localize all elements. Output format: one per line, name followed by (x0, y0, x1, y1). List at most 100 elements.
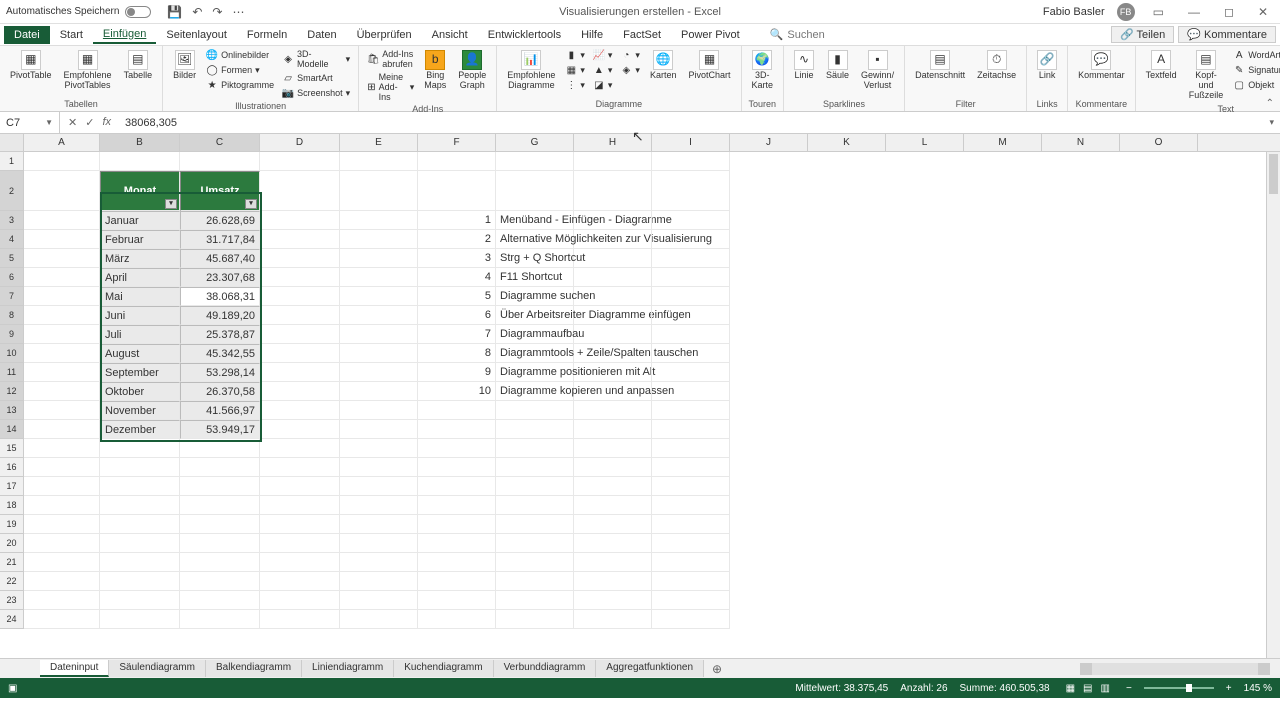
bing-maps-button[interactable]: bBing Maps (420, 48, 450, 93)
cell[interactable] (652, 439, 730, 458)
cell[interactable] (24, 553, 100, 572)
cell[interactable] (574, 363, 652, 382)
cell[interactable]: 31.717,84 (180, 230, 260, 249)
cell[interactable] (180, 515, 260, 534)
row-header[interactable]: 11 (0, 363, 24, 382)
sheet-tab[interactable]: Liniendiagramm (302, 660, 394, 677)
cell[interactable] (260, 230, 340, 249)
cancel-icon[interactable]: ✕ (68, 116, 77, 129)
horizontal-scrollbar[interactable] (1080, 663, 1270, 675)
cell[interactable] (180, 458, 260, 477)
row-header[interactable]: 17 (0, 477, 24, 496)
bilder-button[interactable]: 🖼Bilder (169, 48, 200, 83)
meine-addins-button[interactable]: ⊞Meine Add-Ins ▾ (365, 71, 416, 103)
cell[interactable] (496, 477, 574, 496)
cell[interactable] (574, 572, 652, 591)
cell[interactable] (496, 610, 574, 629)
cell[interactable]: Alternative Möglichkeiten zur Visualisie… (496, 230, 574, 249)
cell[interactable] (340, 230, 418, 249)
cell[interactable] (260, 610, 340, 629)
cell[interactable] (260, 287, 340, 306)
cell[interactable]: 53.949,17 (180, 420, 260, 439)
cell[interactable] (260, 572, 340, 591)
cell[interactable] (260, 439, 340, 458)
row-header[interactable]: 20 (0, 534, 24, 553)
cell[interactable] (418, 496, 496, 515)
cell[interactable]: Diagramme suchen (496, 287, 574, 306)
cell[interactable] (574, 171, 652, 211)
name-box[interactable]: C7▼ (0, 112, 60, 133)
saule-button[interactable]: ▮Säule (822, 48, 853, 83)
sheet-tab[interactable]: Aggregatfunktionen (596, 660, 704, 677)
cell[interactable] (260, 171, 340, 211)
cell[interactable] (496, 401, 574, 420)
cell[interactable] (24, 458, 100, 477)
row-header[interactable]: 18 (0, 496, 24, 515)
objekt-button[interactable]: ▢Objekt (1231, 78, 1280, 92)
filter-dropdown-icon[interactable]: ▾ (165, 199, 177, 209)
cell[interactable] (100, 591, 180, 610)
select-all-corner[interactable] (0, 134, 24, 151)
cell[interactable] (260, 515, 340, 534)
row-header[interactable]: 5 (0, 249, 24, 268)
row-header[interactable]: 22 (0, 572, 24, 591)
cell[interactable] (24, 249, 100, 268)
cell[interactable]: Diagramme positionieren mit Alt (496, 363, 574, 382)
zoom-in-icon[interactable]: + (1226, 683, 1232, 694)
cell[interactable] (24, 171, 100, 211)
col-header[interactable]: N (1042, 134, 1120, 151)
cell[interactable] (24, 439, 100, 458)
treemap-button[interactable]: ▦▾ (563, 63, 587, 77)
cell[interactable] (100, 477, 180, 496)
piktogramme-button[interactable]: ★Piktogramme (204, 78, 276, 92)
cell[interactable]: Strg + Q Shortcut (496, 249, 574, 268)
cell[interactable] (24, 325, 100, 344)
tab-ansicht[interactable]: Ansicht (422, 27, 478, 43)
cell[interactable] (652, 363, 730, 382)
autosave-toggle[interactable]: Automatisches Speichern (6, 6, 157, 18)
cell[interactable]: Oktober (100, 382, 180, 401)
tab-seitenlayout[interactable]: Seitenlayout (156, 27, 237, 43)
tab-entwicklertools[interactable]: Entwicklertools (478, 27, 571, 43)
cell[interactable] (260, 306, 340, 325)
toggle-icon[interactable] (125, 6, 151, 18)
cell[interactable] (260, 496, 340, 515)
cell[interactable] (340, 249, 418, 268)
col-header[interactable]: L (886, 134, 964, 151)
cell[interactable] (652, 306, 730, 325)
cell[interactable] (260, 458, 340, 477)
teilen-button[interactable]: 🔗 Teilen (1111, 26, 1174, 43)
screenshot-button[interactable]: 📷Screenshot ▾ (280, 86, 352, 100)
chevron-down-icon[interactable]: ▼ (45, 118, 53, 127)
col-header[interactable]: H (574, 134, 652, 151)
cell[interactable] (652, 591, 730, 610)
cell[interactable]: Menüband - Einfügen - Diagramme (496, 211, 574, 230)
scatter-button[interactable]: ⋮▾ (563, 78, 587, 92)
empfohlene-pivot-button[interactable]: ▦Empfohlene PivotTables (60, 48, 116, 93)
cell[interactable]: 26.628,69 (180, 211, 260, 230)
row-header[interactable]: 19 (0, 515, 24, 534)
cell[interactable] (574, 249, 652, 268)
cell[interactable] (418, 591, 496, 610)
redo-icon[interactable]: ↷ (212, 5, 222, 19)
col-header[interactable]: B (100, 134, 180, 151)
col-header[interactable]: J (730, 134, 808, 151)
cell[interactable] (496, 553, 574, 572)
cell[interactable] (24, 496, 100, 515)
cell[interactable] (100, 572, 180, 591)
onlinebilder-button[interactable]: 🌐Onlinebilder (204, 48, 276, 62)
cell[interactable] (24, 344, 100, 363)
fx-icon[interactable]: fx (102, 116, 111, 129)
3d-modelle-button[interactable]: ◈3D-Modelle ▾ (280, 48, 352, 70)
cell[interactable] (496, 171, 574, 211)
cell[interactable]: 45.687,40 (180, 249, 260, 268)
cell[interactable] (260, 382, 340, 401)
collapse-ribbon-icon[interactable]: ⌃ (1266, 98, 1274, 109)
cell[interactable] (574, 382, 652, 401)
zoom-level[interactable]: 145 % (1244, 683, 1272, 694)
cell[interactable] (340, 496, 418, 515)
row-header[interactable]: 16 (0, 458, 24, 477)
row-header[interactable]: 7 (0, 287, 24, 306)
linie-button[interactable]: ∿Linie (790, 48, 818, 83)
datenschnitt-button[interactable]: ▤Datenschnitt (911, 48, 969, 83)
